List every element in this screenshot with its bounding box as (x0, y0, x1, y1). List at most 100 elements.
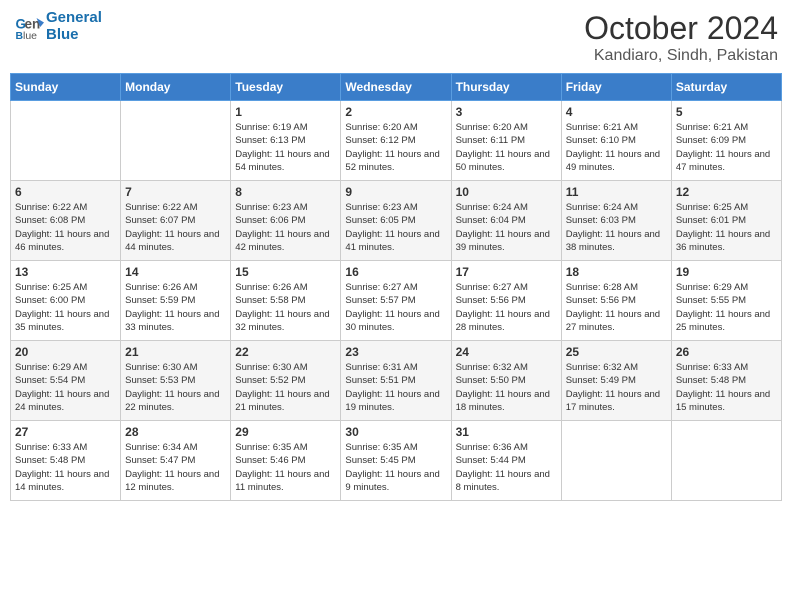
day-number: 25 (566, 345, 667, 359)
column-header-tuesday: Tuesday (231, 74, 341, 101)
day-info: Sunrise: 6:19 AMSunset: 6:13 PMDaylight:… (235, 121, 336, 174)
page-subtitle: Kandiaro, Sindh, Pakistan (584, 47, 778, 65)
calendar-day (11, 101, 121, 181)
day-number: 12 (676, 185, 777, 199)
day-info: Sunrise: 6:36 AMSunset: 5:44 PMDaylight:… (456, 441, 557, 494)
calendar-day: 7 Sunrise: 6:22 AMSunset: 6:07 PMDaylight… (121, 181, 231, 261)
day-info: Sunrise: 6:35 AMSunset: 5:46 PMDaylight:… (235, 441, 336, 494)
calendar-day: 18 Sunrise: 6:28 AMSunset: 5:56 PMDayligh… (561, 261, 671, 341)
day-number: 14 (125, 265, 226, 279)
logo-blue: Blue (46, 27, 102, 44)
calendar-day: 11 Sunrise: 6:24 AMSunset: 6:03 PMDayligh… (561, 181, 671, 261)
day-number: 1 (235, 105, 336, 119)
day-info: Sunrise: 6:29 AMSunset: 5:54 PMDaylight:… (15, 361, 116, 414)
calendar-day: 22Sunrise: 6:30 AMSunset: 5:52 PMDayligh… (231, 341, 341, 421)
calendar-day (121, 101, 231, 181)
calendar-day: 27 Sunrise: 6:33 AMSunset: 5:48 PMDayligh… (11, 421, 121, 501)
column-header-monday: Monday (121, 74, 231, 101)
day-number: 4 (566, 105, 667, 119)
calendar-week-1: 1 Sunrise: 6:19 AMSunset: 6:13 PMDaylight… (11, 101, 782, 181)
day-number: 31 (456, 425, 557, 439)
day-info: Sunrise: 6:33 AMSunset: 5:48 PMDaylight:… (15, 441, 116, 494)
column-header-friday: Friday (561, 74, 671, 101)
calendar-day: 29 Sunrise: 6:35 AMSunset: 5:46 PMDayligh… (231, 421, 341, 501)
day-info: Sunrise: 6:22 AMSunset: 6:07 PMDaylight:… (125, 201, 226, 254)
day-number: 27 (15, 425, 116, 439)
day-info: Sunrise: 6:21 AMSunset: 6:10 PMDaylight:… (566, 121, 667, 174)
calendar-day: 23Sunrise: 6:31 AMSunset: 5:51 PMDayligh… (341, 341, 451, 421)
day-info: Sunrise: 6:27 AMSunset: 5:57 PMDaylight:… (345, 281, 446, 334)
day-info: Sunrise: 6:34 AMSunset: 5:47 PMDaylight:… (125, 441, 226, 494)
calendar-week-4: 20 Sunrise: 6:29 AMSunset: 5:54 PMDayligh… (11, 341, 782, 421)
day-number: 20 (15, 345, 116, 359)
calendar-day: 6 Sunrise: 6:22 AMSunset: 6:08 PMDaylight… (11, 181, 121, 261)
svg-text:lue: lue (23, 30, 37, 42)
day-info: Sunrise: 6:24 AMSunset: 6:04 PMDaylight:… (456, 201, 557, 254)
calendar-day: 1 Sunrise: 6:19 AMSunset: 6:13 PMDaylight… (231, 101, 341, 181)
day-number: 8 (235, 185, 336, 199)
day-info: Sunrise: 6:28 AMSunset: 5:56 PMDaylight:… (566, 281, 667, 334)
calendar-day: 3Sunrise: 6:20 AMSunset: 6:11 PMDaylight… (451, 101, 561, 181)
day-number: 18 (566, 265, 667, 279)
day-number: 29 (235, 425, 336, 439)
calendar-day (561, 421, 671, 501)
day-info: Sunrise: 6:25 AMSunset: 6:00 PMDaylight:… (15, 281, 116, 334)
calendar-day: 20 Sunrise: 6:29 AMSunset: 5:54 PMDayligh… (11, 341, 121, 421)
day-info: Sunrise: 6:33 AMSunset: 5:48 PMDaylight:… (676, 361, 777, 414)
calendar-day: 26Sunrise: 6:33 AMSunset: 5:48 PMDayligh… (671, 341, 781, 421)
day-number: 15 (235, 265, 336, 279)
calendar-day: 15 Sunrise: 6:26 AMSunset: 5:58 PMDayligh… (231, 261, 341, 341)
calendar-day: 8 Sunrise: 6:23 AMSunset: 6:06 PMDaylight… (231, 181, 341, 261)
day-number: 10 (456, 185, 557, 199)
day-number: 24 (456, 345, 557, 359)
page-header: G en B lue General Blue October 2024 Kan… (10, 10, 782, 65)
day-info: Sunrise: 6:31 AMSunset: 5:51 PMDaylight:… (345, 361, 446, 414)
day-info: Sunrise: 6:32 AMSunset: 5:50 PMDaylight:… (456, 361, 557, 414)
day-number: 13 (15, 265, 116, 279)
calendar-day: 30 Sunrise: 6:35 AMSunset: 5:45 PMDayligh… (341, 421, 451, 501)
day-number: 5 (676, 105, 777, 119)
calendar-table: SundayMondayTuesdayWednesdayThursdayFrid… (10, 73, 782, 501)
day-number: 9 (345, 185, 446, 199)
calendar-day (671, 421, 781, 501)
day-info: Sunrise: 6:23 AMSunset: 6:05 PMDaylight:… (345, 201, 446, 254)
calendar-day: 9 Sunrise: 6:23 AMSunset: 6:05 PMDaylight… (341, 181, 451, 261)
day-info: Sunrise: 6:20 AMSunset: 6:12 PMDaylight:… (345, 121, 446, 174)
calendar-day: 17Sunrise: 6:27 AMSunset: 5:56 PMDayligh… (451, 261, 561, 341)
logo-general: General (46, 9, 102, 26)
calendar-day: 24 Sunrise: 6:32 AMSunset: 5:50 PMDayligh… (451, 341, 561, 421)
calendar-day: 10 Sunrise: 6:24 AMSunset: 6:04 PMDayligh… (451, 181, 561, 261)
day-info: Sunrise: 6:29 AMSunset: 5:55 PMDaylight:… (676, 281, 777, 334)
logo: G en B lue General Blue (14, 10, 102, 43)
calendar-day: 2 Sunrise: 6:20 AMSunset: 6:12 PMDaylight… (341, 101, 451, 181)
day-info: Sunrise: 6:32 AMSunset: 5:49 PMDaylight:… (566, 361, 667, 414)
column-header-sunday: Sunday (11, 74, 121, 101)
calendar-day: 16Sunrise: 6:27 AMSunset: 5:57 PMDayligh… (341, 261, 451, 341)
day-info: Sunrise: 6:25 AMSunset: 6:01 PMDaylight:… (676, 201, 777, 254)
day-number: 11 (566, 185, 667, 199)
day-info: Sunrise: 6:35 AMSunset: 5:45 PMDaylight:… (345, 441, 446, 494)
svg-text:en: en (25, 16, 41, 31)
calendar-day: 28Sunrise: 6:34 AMSunset: 5:47 PMDayligh… (121, 421, 231, 501)
calendar-day: 25 Sunrise: 6:32 AMSunset: 5:49 PMDayligh… (561, 341, 671, 421)
calendar-day: 19 Sunrise: 6:29 AMSunset: 5:55 PMDayligh… (671, 261, 781, 341)
calendar-day: 21Sunrise: 6:30 AMSunset: 5:53 PMDayligh… (121, 341, 231, 421)
day-info: Sunrise: 6:23 AMSunset: 6:06 PMDaylight:… (235, 201, 336, 254)
day-number: 2 (345, 105, 446, 119)
day-info: Sunrise: 6:21 AMSunset: 6:09 PMDaylight:… (676, 121, 777, 174)
day-info: Sunrise: 6:24 AMSunset: 6:03 PMDaylight:… (566, 201, 667, 254)
day-number: 6 (15, 185, 116, 199)
day-number: 19 (676, 265, 777, 279)
day-number: 7 (125, 185, 226, 199)
day-number: 22 (235, 345, 336, 359)
calendar-week-2: 6 Sunrise: 6:22 AMSunset: 6:08 PMDaylight… (11, 181, 782, 261)
day-info: Sunrise: 6:26 AMSunset: 5:58 PMDaylight:… (235, 281, 336, 334)
logo-icon: G en B lue (14, 12, 44, 42)
calendar-week-5: 27 Sunrise: 6:33 AMSunset: 5:48 PMDayligh… (11, 421, 782, 501)
calendar-week-3: 13 Sunrise: 6:25 AMSunset: 6:00 PMDayligh… (11, 261, 782, 341)
day-info: Sunrise: 6:22 AMSunset: 6:08 PMDaylight:… (15, 201, 116, 254)
column-header-thursday: Thursday (451, 74, 561, 101)
day-number: 30 (345, 425, 446, 439)
calendar-day: 13 Sunrise: 6:25 AMSunset: 6:00 PMDayligh… (11, 261, 121, 341)
day-number: 21 (125, 345, 226, 359)
